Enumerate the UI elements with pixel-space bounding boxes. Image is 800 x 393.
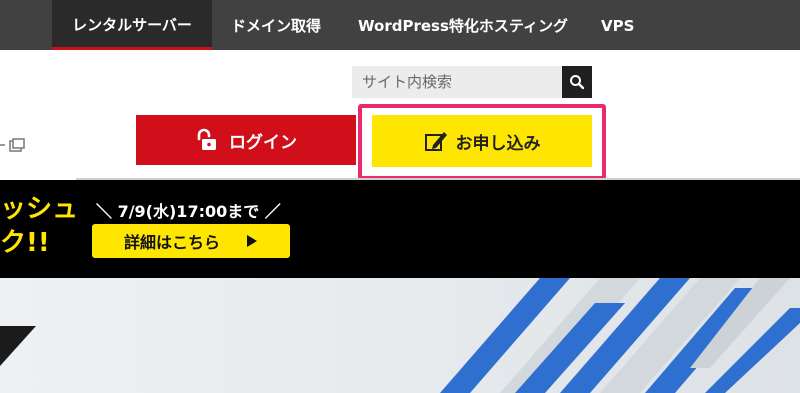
campaign-banner: ッシュ ク!! ＼ 7/9(水)17:00まで ／ 詳細はこちら <box>0 180 800 278</box>
pen-edit-icon <box>424 132 447 151</box>
banner-deadline: ＼ 7/9(水)17:00まで ／ <box>96 202 281 221</box>
site-search <box>352 66 592 98</box>
login-label: ログイン <box>229 132 297 153</box>
search-input[interactable] <box>352 66 562 98</box>
details-button[interactable]: 詳細はこちら <box>92 224 290 258</box>
search-icon <box>570 75 585 90</box>
top-nav: レンタルサーバー ドメイン取得 WordPress特化ホスティング VPS <box>0 0 800 50</box>
details-label: 詳細はこちら <box>123 233 220 252</box>
search-button[interactable] <box>562 66 592 98</box>
nav-item-rental-server[interactable]: レンタルサーバー <box>52 0 212 50</box>
nav-item-vps[interactable]: VPS <box>601 0 634 50</box>
login-button[interactable]: ログイン <box>136 115 356 165</box>
unlock-icon <box>197 128 216 150</box>
play-triangle-icon <box>247 235 257 247</box>
apply-button[interactable]: お申し込み <box>372 115 592 167</box>
banner-title-line1: ッシュ <box>0 194 79 224</box>
nav-item-domain[interactable]: ドメイン取得 <box>231 0 321 50</box>
external-window-icon <box>0 138 25 152</box>
nav-item-wordpress-hosting[interactable]: WordPress特化ホスティング <box>358 0 568 50</box>
apply-label: お申し込み <box>455 133 541 154</box>
hero-stripes <box>0 278 800 393</box>
banner-title-line2: ク!! <box>0 228 50 258</box>
hero-visual <box>0 278 800 393</box>
